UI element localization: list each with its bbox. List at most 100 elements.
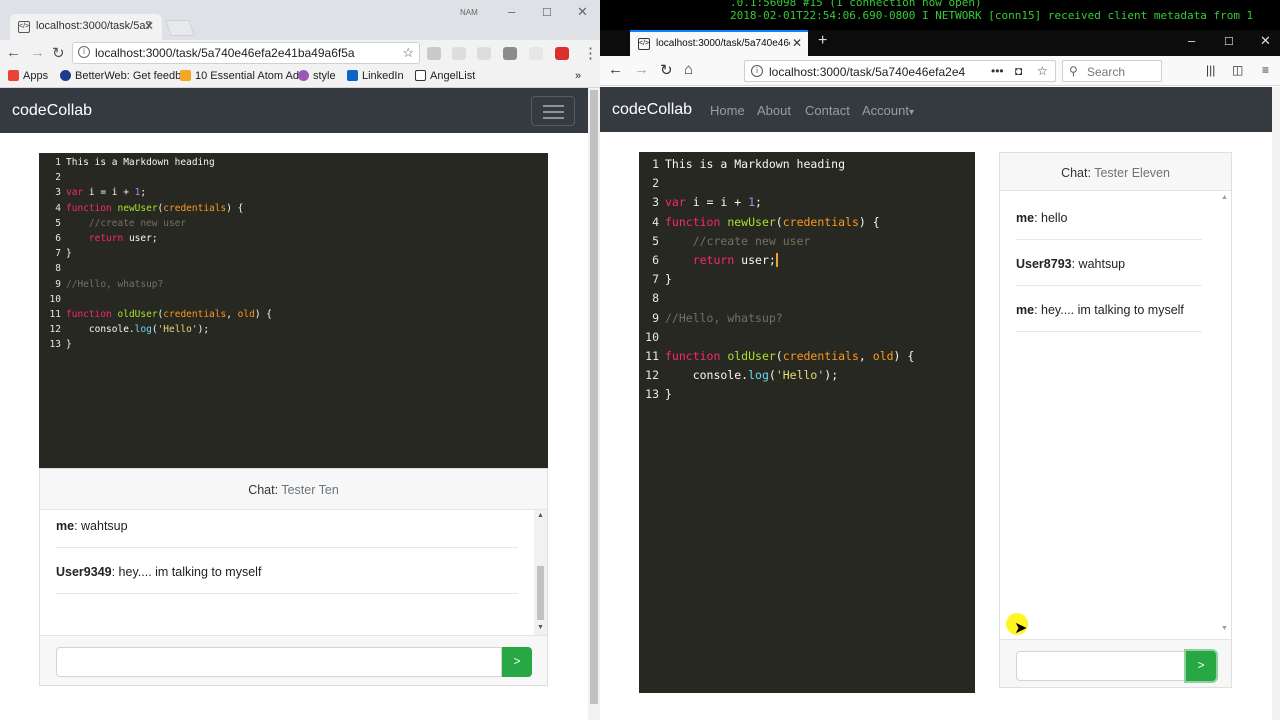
code-line[interactable]: 6 return user; [39, 233, 158, 248]
line-number: 1 [55, 157, 61, 168]
code-line[interactable]: 3 var i = i + 1; [639, 195, 762, 214]
minimize-icon[interactable]: – [508, 4, 515, 19]
code-line[interactable]: 11 function oldUser(credentials, old) { [639, 349, 914, 368]
close-window-icon[interactable]: ✕ [1260, 33, 1271, 49]
code-line[interactable]: 2 [639, 176, 665, 195]
reload-icon[interactable]: ↻ [660, 61, 673, 79]
info-icon[interactable]: i [78, 46, 90, 58]
line-number: 8 [55, 263, 61, 275]
chat-input[interactable] [56, 647, 502, 677]
bookmark-betterweb[interactable]: BetterWeb: Get feedb [60, 70, 181, 82]
code-line[interactable]: 8 [39, 263, 66, 278]
bookmarks-more[interactable]: » [575, 70, 581, 82]
sidebar-icon[interactable]: ◫ [1232, 63, 1243, 77]
code-line[interactable]: 9 //Hello, whatsup? [639, 311, 783, 330]
new-tab-icon[interactable]: + [818, 32, 827, 50]
bookmark-angellist[interactable]: AngelList [415, 70, 475, 82]
scroll-down-icon[interactable]: ▼ [1221, 625, 1228, 632]
bookmark-atom[interactable]: 10 Essential Atom Ad [180, 70, 299, 82]
library-icon[interactable]: ||| [1206, 63, 1215, 77]
pocket-icon[interactable]: ◘ [1015, 64, 1023, 78]
extension-icon[interactable] [452, 47, 466, 60]
extension-icon[interactable] [427, 47, 441, 60]
reload-icon[interactable]: ↻ [52, 44, 65, 62]
brand-logo[interactable]: codeCollab [12, 102, 92, 120]
scroll-up-icon[interactable]: ▲ [537, 512, 544, 519]
bookmark-style[interactable]: style [298, 70, 336, 82]
left-active-tab[interactable]: </> localhost:3000/task/5a7 ✕ [10, 14, 162, 40]
code-line[interactable]: 5 //create new user [39, 218, 186, 233]
code-line[interactable]: 2 [39, 172, 66, 187]
line-number: 10 [645, 329, 659, 344]
nav-about[interactable]: About [757, 103, 791, 118]
extension-icon[interactable] [555, 47, 569, 60]
scroll-up-icon[interactable]: ▲ [1221, 194, 1228, 201]
code-line[interactable]: 13} [39, 339, 72, 354]
maximize-icon[interactable]: ☐ [542, 6, 552, 19]
minimize-icon[interactable]: – [1188, 33, 1195, 48]
back-icon[interactable]: ← [6, 44, 21, 61]
send-button[interactable]: > [1186, 651, 1216, 681]
code-editor[interactable]: 1 This is a Markdown heading 2 3 var i = i +… [639, 152, 975, 693]
hamburger-menu-icon[interactable] [531, 96, 575, 126]
home-icon[interactable]: ⌂ [684, 61, 693, 78]
code-line[interactable]: 4 function newUser(credentials) { [639, 215, 880, 234]
menu-icon[interactable]: ⋮ [583, 44, 598, 62]
code-line[interactable]: 7} [639, 272, 672, 291]
code-line[interactable]: 12 console.log('Hello'); [639, 368, 838, 387]
page-scrollbar[interactable] [588, 88, 600, 720]
chat-scrollbar[interactable]: ▲ ▼ [1218, 191, 1231, 637]
chat-input[interactable] [1016, 651, 1186, 681]
menu-icon[interactable]: ≡ [1262, 63, 1269, 77]
info-icon[interactable]: i [751, 65, 763, 77]
extension-icon[interactable] [529, 47, 543, 60]
close-tab-icon[interactable]: ✕ [144, 19, 154, 33]
close-tab-icon[interactable]: ✕ [789, 36, 802, 50]
bookmark-apps[interactable]: Apps [8, 70, 48, 82]
chat-message: User9349: hey.... im talking to myself [56, 565, 518, 594]
forward-icon[interactable]: → [30, 44, 45, 61]
close-window-icon[interactable]: ✕ [577, 4, 588, 20]
nav-home[interactable]: Home [710, 103, 745, 118]
code-line[interactable]: 6 return user; [639, 253, 778, 272]
scroll-down-icon[interactable]: ▼ [537, 624, 544, 631]
maximize-icon[interactable]: ☐ [1224, 35, 1234, 48]
code-line[interactable]: 1 This is a Markdown heading [639, 157, 845, 176]
code-line[interactable]: 3 var i = i + 1; [39, 187, 146, 202]
page-actions-icon[interactable]: ••• [991, 64, 1004, 78]
extension-icon[interactable] [503, 47, 517, 60]
page-scrollbar[interactable] [1272, 87, 1280, 720]
code-text: return user; [88, 233, 158, 244]
left-address-bar[interactable]: i localhost:3000/task/5a740e46efa2e41ba4… [72, 42, 420, 64]
new-tab-button[interactable] [165, 20, 195, 36]
code-line[interactable]: 9 //Hello, whatsup? [39, 279, 163, 294]
bookmark-linkedin[interactable]: LinkedIn [347, 70, 404, 82]
code-line[interactable]: 13} [639, 387, 672, 406]
code-line[interactable]: 10 [39, 294, 66, 309]
code-line[interactable]: 12 console.log('Hello'); [39, 324, 210, 339]
code-line[interactable]: 11 function oldUser(credentials, old) { [39, 309, 272, 324]
line-number: 11 [645, 349, 659, 363]
scrollbar-thumb[interactable] [590, 90, 598, 704]
code-line[interactable]: 1 This is a Markdown heading [39, 157, 214, 172]
code-line[interactable]: 7} [39, 248, 71, 263]
nav-account-dropdown[interactable]: Account▾ [862, 103, 914, 118]
code-line[interactable]: 5 //create new user [639, 234, 810, 253]
search-input[interactable]: ⚲ Search [1062, 60, 1162, 82]
forward-icon[interactable]: → [634, 61, 649, 78]
star-icon[interactable]: ☆ [402, 45, 414, 61]
back-icon[interactable]: ← [608, 61, 623, 78]
right-address-bar[interactable]: i localhost:3000/task/5a740e46efa2e4 •••… [744, 60, 1056, 82]
nav-contact[interactable]: Contact [805, 103, 850, 118]
star-icon[interactable]: ☆ [1037, 64, 1048, 78]
scrollbar-thumb[interactable] [537, 566, 544, 620]
send-button[interactable]: > [502, 647, 532, 677]
code-line[interactable]: 4 function newUser(credentials) { [39, 203, 243, 218]
code-line[interactable]: 10 [639, 330, 665, 349]
brand-logo[interactable]: codeCollab [612, 101, 692, 119]
code-editor[interactable]: 1 This is a Markdown heading 2 3 var i = i +… [39, 153, 548, 468]
chat-scrollbar[interactable]: ▲ ▼ [534, 510, 547, 635]
right-active-tab[interactable]: </> localhost:3000/task/5a740e46e ✕ [630, 30, 808, 56]
code-line[interactable]: 8 [639, 291, 665, 310]
extension-icon[interactable] [477, 47, 491, 60]
